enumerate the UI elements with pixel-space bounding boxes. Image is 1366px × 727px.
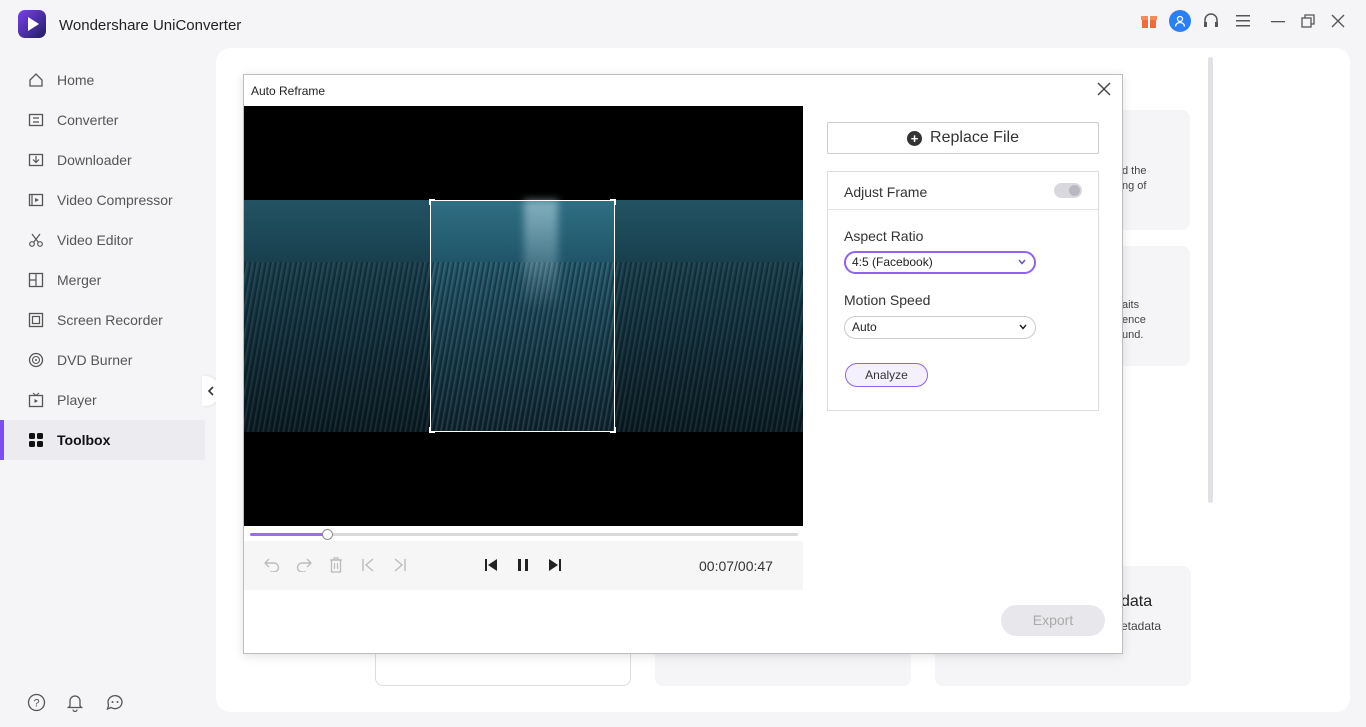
pause-icon[interactable] bbox=[513, 555, 533, 575]
chevron-down-icon bbox=[1018, 253, 1026, 272]
sidebar-item-screen-recorder[interactable]: Screen Recorder bbox=[0, 300, 205, 340]
close-icon bbox=[1097, 82, 1111, 96]
motion-speed-select[interactable]: Auto bbox=[844, 316, 1036, 339]
scrollbar[interactable] bbox=[1208, 57, 1213, 503]
sidebar-item-merger[interactable]: Merger bbox=[0, 260, 205, 300]
next-frame-icon[interactable] bbox=[545, 555, 565, 575]
playback-progress[interactable] bbox=[250, 529, 798, 540]
adjust-frame-header: Adjust Frame bbox=[828, 172, 1098, 210]
motion-speed-value: Auto bbox=[852, 320, 877, 334]
sidebar-item-home[interactable]: Home bbox=[0, 60, 205, 100]
sidebar-item-label: DVD Burner bbox=[57, 352, 133, 368]
sidebar-item-label: Downloader bbox=[57, 152, 132, 168]
crop-handle[interactable] bbox=[610, 427, 616, 433]
headset-icon[interactable] bbox=[1200, 10, 1222, 32]
progress-fill bbox=[250, 533, 327, 536]
plus-circle-icon: + bbox=[907, 130, 923, 146]
progress-knob[interactable] bbox=[322, 529, 333, 540]
tool-card-description: etadata bbox=[1121, 619, 1162, 633]
tool-card-description: aits ence und. bbox=[1122, 299, 1146, 341]
sidebar-item-video-editor[interactable]: Video Editor bbox=[0, 220, 205, 260]
previous-frame-icon[interactable] bbox=[481, 555, 501, 575]
crop-mask-left bbox=[244, 200, 430, 432]
download-icon bbox=[27, 151, 45, 169]
sidebar-item-video-compressor[interactable]: Video Compressor bbox=[0, 180, 205, 220]
sidebar-item-player[interactable]: Player bbox=[0, 380, 205, 420]
title-bar: Wondershare UniConverter bbox=[0, 0, 1366, 50]
dialog-title: Auto Reframe bbox=[251, 84, 326, 98]
converter-icon bbox=[27, 111, 45, 129]
sidebar-item-label: Merger bbox=[57, 272, 102, 288]
app-logo bbox=[18, 10, 46, 38]
feedback-icon[interactable] bbox=[105, 692, 125, 712]
close-icon[interactable] bbox=[1327, 10, 1349, 32]
timecode: 00:07/00:47 bbox=[699, 558, 773, 574]
tool-card[interactable]: aits ence und. bbox=[1118, 246, 1190, 366]
aspect-ratio-select[interactable]: 4:5 (Facebook) bbox=[844, 251, 1036, 274]
chevron-left-icon bbox=[207, 386, 214, 396]
replace-file-label: Replace File bbox=[930, 129, 1019, 146]
player-icon bbox=[27, 391, 45, 409]
tool-card-title: data bbox=[1121, 593, 1153, 610]
analyze-button[interactable]: Analyze bbox=[845, 363, 928, 387]
svg-text:?: ? bbox=[33, 697, 39, 709]
replace-file-button[interactable]: + Replace File bbox=[827, 122, 1099, 154]
crop-handle[interactable] bbox=[429, 199, 435, 205]
adjust-frame-label: Adjust Frame bbox=[844, 184, 928, 200]
dialog-close-button[interactable] bbox=[1095, 81, 1113, 99]
export-button[interactable]: Export bbox=[1001, 605, 1105, 636]
restore-icon[interactable] bbox=[1297, 10, 1319, 32]
playback-controls: 00:07/00:47 bbox=[244, 541, 803, 590]
sidebar-item-dvd-burner[interactable]: DVD Burner bbox=[0, 340, 205, 380]
crop-mask-right bbox=[615, 200, 803, 432]
tool-card[interactable]: d the ng of bbox=[1118, 110, 1190, 230]
record-icon bbox=[27, 311, 45, 329]
chevron-down-icon bbox=[1019, 317, 1027, 338]
sidebar-item-label: Home bbox=[57, 72, 95, 88]
app-title: Wondershare UniConverter bbox=[59, 17, 242, 34]
sidebar-item-label: Screen Recorder bbox=[57, 312, 163, 328]
sidebar-item-label: Toolbox bbox=[57, 432, 111, 448]
home-icon bbox=[27, 71, 45, 89]
sidebar-item-toolbox[interactable]: Toolbox bbox=[0, 420, 205, 460]
video-preview[interactable] bbox=[244, 106, 803, 526]
disc-icon bbox=[27, 351, 45, 369]
compress-icon bbox=[27, 191, 45, 209]
adjust-frame-toggle[interactable] bbox=[1054, 183, 1082, 198]
jump-to-start-icon[interactable] bbox=[358, 555, 378, 575]
reframe-settings-panel: Adjust Frame Aspect Ratio 4:5 (Facebook)… bbox=[827, 171, 1099, 411]
sidebar-item-label: Video Editor bbox=[57, 232, 134, 248]
aspect-ratio-value: 4:5 (Facebook) bbox=[852, 255, 933, 269]
user-avatar-icon[interactable] bbox=[1169, 10, 1191, 32]
sidebar-item-label: Converter bbox=[57, 112, 119, 128]
tool-card-description: d the ng of bbox=[1122, 165, 1147, 192]
aspect-ratio-label: Aspect Ratio bbox=[844, 228, 924, 244]
gift-icon[interactable] bbox=[1138, 10, 1160, 32]
jump-to-end-icon[interactable] bbox=[390, 555, 410, 575]
sidebar-item-label: Player bbox=[57, 392, 97, 408]
crop-handle[interactable] bbox=[429, 427, 435, 433]
menu-icon[interactable] bbox=[1232, 10, 1254, 32]
minimize-icon[interactable] bbox=[1267, 10, 1289, 32]
bell-icon[interactable] bbox=[65, 692, 85, 712]
redo-icon[interactable] bbox=[294, 555, 314, 575]
delete-icon[interactable] bbox=[326, 555, 346, 575]
sidebar-item-label: Video Compressor bbox=[57, 192, 173, 208]
help-icon[interactable]: ? bbox=[26, 692, 46, 712]
crop-frame[interactable] bbox=[429, 199, 616, 433]
sidebar-item-converter[interactable]: Converter bbox=[0, 100, 205, 140]
undo-icon[interactable] bbox=[262, 555, 282, 575]
grid-icon bbox=[27, 431, 45, 449]
merge-icon bbox=[27, 271, 45, 289]
auto-reframe-dialog: Auto Reframe 00:07/00:47 + Replace File … bbox=[243, 74, 1123, 654]
sidebar-item-downloader[interactable]: Downloader bbox=[0, 140, 205, 180]
motion-speed-label: Motion Speed bbox=[844, 292, 931, 308]
scissors-icon bbox=[27, 231, 45, 249]
crop-handle[interactable] bbox=[610, 199, 616, 205]
